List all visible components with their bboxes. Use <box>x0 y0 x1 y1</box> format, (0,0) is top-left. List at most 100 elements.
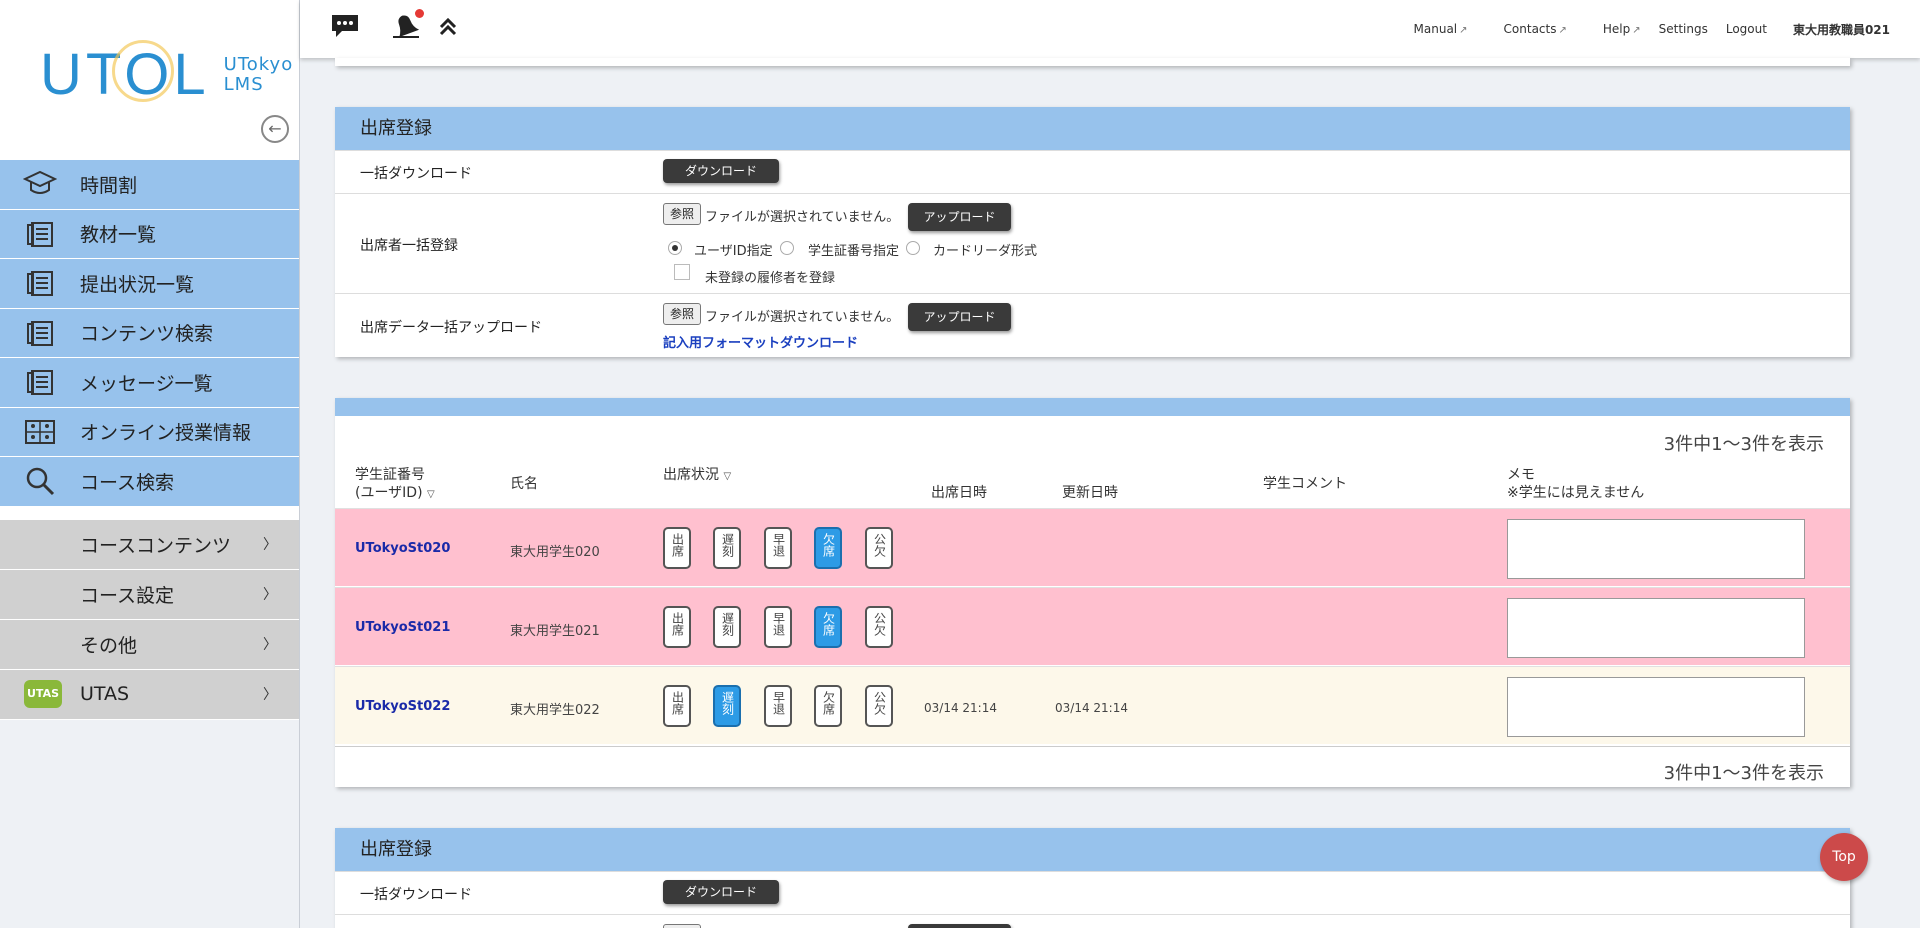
register-unregistered-label: 未登録の履修者を登録 <box>705 271 836 286</box>
chevron-right-icon: 〉 <box>263 687 277 703</box>
data-upload-row: 出席データ一括アップロード 参照 ファイルが選択されていません。 アップロード … <box>335 293 1850 357</box>
document-icon <box>0 269 80 297</box>
sidebar-item-label: コース設定 <box>80 584 175 607</box>
status-button-1[interactable]: 遅刻 <box>713 685 741 727</box>
status-button-1[interactable]: 遅刻 <box>713 527 741 569</box>
mortarboard-icon <box>0 170 80 198</box>
browse-button[interactable] <box>663 924 701 928</box>
update-time: 03/14 21:14 <box>1055 701 1128 715</box>
radio-student-number-label: 学生証番号指定 <box>808 244 900 259</box>
attendance-registration-panel: 出席登録 一括ダウンロード ダウンロード 出席者一括登録 参照 ファイルが選択さ… <box>335 107 1850 357</box>
chevron-right-icon: 〉 <box>263 637 277 653</box>
sidebar-item-course-contents[interactable]: コースコンテンツ 〉 <box>0 519 299 570</box>
bulk-download-label: 一括ダウンロード <box>360 887 472 903</box>
status-label: 公欠 <box>872 612 887 636</box>
user-name[interactable]: 東大用教職員021 <box>1793 21 1890 38</box>
col-update-time: 更新日時 <box>1062 485 1118 501</box>
external-link-icon: ↗ <box>1459 25 1468 36</box>
student-id-link[interactable]: UTokyoSt020 <box>355 541 450 556</box>
download-button[interactable]: ダウンロード <box>663 159 779 183</box>
status-button-2[interactable]: 早退 <box>764 527 792 569</box>
student-id-link[interactable]: UTokyoSt021 <box>355 620 450 635</box>
status-button-4[interactable]: 公欠 <box>865 606 893 648</box>
format-download-link[interactable]: 記入用フォーマットダウンロード <box>663 332 858 351</box>
table-row: UTokyoSt020 東大用学生020 出席 遅刻 早退 欠席 公欠 <box>335 508 1850 586</box>
status-label: 欠席 <box>821 691 836 715</box>
collapse-sidebar-button[interactable]: ← <box>261 115 289 143</box>
status-button-0[interactable]: 出席 <box>663 527 691 569</box>
attend-time: 03/14 21:14 <box>924 701 997 715</box>
sidebar-item-utas[interactable]: UTAS UTAS 〉 <box>0 669 299 720</box>
memo-textarea[interactable] <box>1507 677 1805 737</box>
utas-logo-icon: UTAS <box>24 680 62 708</box>
status-button-0[interactable]: 出席 <box>663 685 691 727</box>
register-unregistered-checkbox[interactable] <box>674 264 690 280</box>
sidebar-item-messages[interactable]: メッセージ一覧 <box>0 358 299 408</box>
sidebar-item-materials[interactable]: 教材一覧 <box>0 209 299 259</box>
col-status[interactable]: 出席状況 ▽ <box>663 466 731 486</box>
back-to-top-button[interactable]: Top <box>1820 833 1868 881</box>
browse-button[interactable]: 参照 <box>663 303 701 325</box>
upload-button[interactable]: アップロード <box>908 303 1011 331</box>
student-id-link[interactable]: UTokyoSt022 <box>355 699 450 714</box>
status-button-4[interactable]: 公欠 <box>865 527 893 569</box>
logo-sub-line2: LMS <box>223 74 264 95</box>
col-memo-line1: メモ <box>1507 467 1535 483</box>
sidebar-item-label: オンライン授業情報 <box>80 422 252 445</box>
sidebar-item-label: 教材一覧 <box>80 224 157 247</box>
browse-button[interactable]: 参照 <box>663 203 701 225</box>
status-label: 早退 <box>771 533 786 557</box>
download-button[interactable]: ダウンロード <box>663 880 779 904</box>
col-student-id[interactable]: 学生証番号 (ユーザID) ▽ <box>355 466 435 504</box>
status-button-2[interactable]: 早退 <box>764 685 792 727</box>
panel-title: 出席登録 <box>335 828 1850 871</box>
sidebar-item-course-settings[interactable]: コース設定 〉 <box>0 569 299 620</box>
upload-button[interactable]: アップロード <box>908 203 1011 231</box>
classroom-icon <box>0 419 80 445</box>
sort-triangle-icon: ▽ <box>427 489 435 500</box>
no-file-text: ファイルが選択されていません。 <box>705 310 900 325</box>
attendance-registration-panel-2: 出席登録 一括ダウンロード ダウンロード <box>335 828 1850 928</box>
status-button-3[interactable]: 欠席 <box>814 685 842 727</box>
memo-textarea[interactable] <box>1507 519 1805 579</box>
header-links: Manual ↗ Contacts ↗ Help ↗ Settings Logout … <box>1378 21 1890 38</box>
status-button-3[interactable]: 欠席 <box>814 527 842 569</box>
logo-sub-text: UTokyo LMS <box>224 55 294 95</box>
status-button-1[interactable]: 遅刻 <box>713 606 741 648</box>
help-link[interactable]: Help ↗ <box>1585 22 1641 36</box>
bulk-download-row: 一括ダウンロード ダウンロード <box>335 150 1850 193</box>
sidebar-item-content-search[interactable]: コンテンツ検索 <box>0 308 299 358</box>
status-button-2[interactable]: 早退 <box>764 606 792 648</box>
memo-textarea[interactable] <box>1507 598 1805 658</box>
sidebar-item-label: コースコンテンツ <box>80 534 232 557</box>
utol-logo[interactable]: UTOL UTokyo LMS <box>40 40 294 104</box>
manual-link[interactable]: Manual ↗ <box>1396 22 1468 36</box>
bell-icon[interactable] <box>390 9 424 47</box>
search-icon <box>0 465 80 497</box>
chat-icon[interactable] <box>330 13 360 45</box>
data-upload-label: 出席データ一括アップロード <box>360 320 542 336</box>
sidebar-item-course-search[interactable]: コース検索 <box>0 457 299 507</box>
external-link-icon: ↗ <box>1558 25 1567 36</box>
radio-card-reader[interactable] <box>906 241 920 255</box>
sidebar-item-submissions[interactable]: 提出状況一覧 <box>0 259 299 309</box>
sidebar-item-other[interactable]: その他 〉 <box>0 619 299 670</box>
sidebar-item-timetable[interactable]: 時間割 <box>0 160 299 210</box>
sort-triangle-icon: ▽ <box>723 471 732 482</box>
radio-student-number[interactable] <box>780 241 794 255</box>
sidebar-item-online-class[interactable]: オンライン授業情報 <box>0 407 299 457</box>
upload-button[interactable] <box>908 924 1011 928</box>
sidebar: UTOL UTokyo LMS ← 時間割 教材一覧 提出状況一覧 コンテンツ検… <box>0 0 300 928</box>
status-button-0[interactable]: 出席 <box>663 606 691 648</box>
status-button-3[interactable]: 欠席 <box>814 606 842 648</box>
status-button-4[interactable]: 公欠 <box>865 685 893 727</box>
chevron-double-up-icon[interactable] <box>438 15 458 43</box>
contacts-link[interactable]: Contacts ↗ <box>1486 22 1567 36</box>
status-label: 遅刻 <box>720 533 735 557</box>
logout-link[interactable]: Logout <box>1726 22 1767 36</box>
logo-sub-line1: UTokyo <box>223 54 294 75</box>
radio-userid[interactable] <box>668 241 682 255</box>
settings-link[interactable]: Settings <box>1659 22 1708 36</box>
attendance-table-panel: 3件中1〜3件を表示 学生証番号 (ユーザID) ▽ 氏名 出席状況 ▽ 出席日… <box>335 398 1850 787</box>
student-name: 東大用学生022 <box>510 703 600 718</box>
